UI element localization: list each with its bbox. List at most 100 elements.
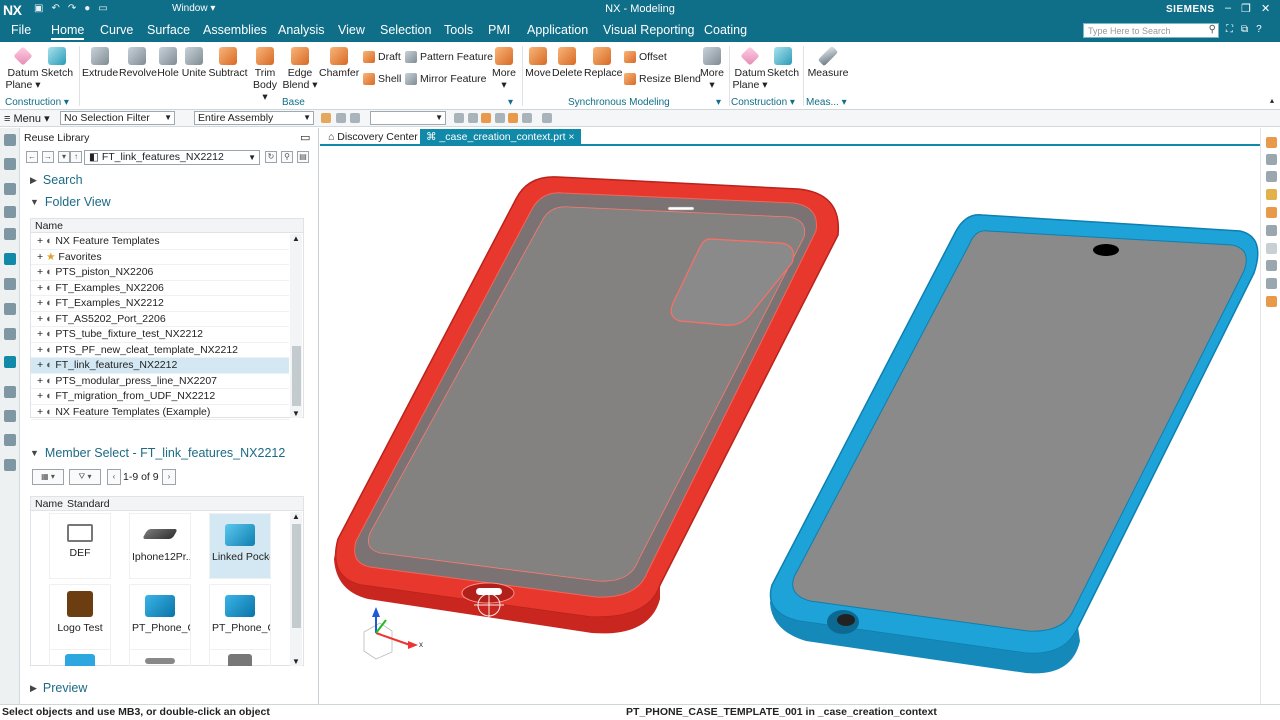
3d-model-view[interactable]: x bbox=[320, 147, 1260, 704]
tab-pmi[interactable]: PMI bbox=[488, 23, 510, 37]
tree-item[interactable]: + ◐ PTS_modular_press_line_NX2207 bbox=[31, 374, 289, 389]
pencil-icon[interactable] bbox=[542, 113, 552, 123]
analysis-icon[interactable] bbox=[4, 434, 16, 446]
popout-icon[interactable]: ⧉ bbox=[1241, 24, 1248, 35]
member-tile[interactable]: PT_Phone_C... bbox=[209, 584, 271, 650]
roles-icon[interactable] bbox=[4, 410, 16, 422]
menu-button[interactable]: ≡ Menu ▾ bbox=[4, 112, 50, 125]
unite-button[interactable]: Unite bbox=[180, 44, 208, 79]
red-phone-case[interactable] bbox=[334, 176, 840, 634]
subtract-button[interactable]: Subtract bbox=[208, 44, 248, 79]
snap-point-select[interactable]: ▼ bbox=[370, 111, 446, 125]
graphics-window[interactable]: x bbox=[320, 147, 1260, 704]
selection-scope-select[interactable]: Entire Assembly ▼ bbox=[194, 111, 314, 125]
replace-face-button[interactable]: Replace bbox=[584, 44, 623, 79]
group-base-dropdown[interactable]: ▾ bbox=[508, 97, 513, 108]
system-materials-icon[interactable] bbox=[4, 356, 16, 368]
edge-blend-button[interactable]: Edge Blend ▾ bbox=[282, 44, 318, 91]
search-library-icon[interactable]: ⚲ bbox=[281, 151, 293, 163]
edge-icon[interactable] bbox=[495, 113, 505, 123]
constraint-navigator-icon[interactable] bbox=[4, 206, 16, 218]
member-scroll-thumb[interactable] bbox=[292, 524, 301, 628]
group-construction[interactable]: Construction ▾ bbox=[5, 97, 69, 108]
shell-button[interactable]: Shell bbox=[363, 73, 401, 85]
library-path-select[interactable]: ◧ FT_link_features_NX2212 ▼ bbox=[84, 150, 260, 165]
shaded-icon[interactable] bbox=[1266, 207, 1277, 218]
expand-icon[interactable]: + bbox=[37, 359, 46, 371]
render-icon[interactable] bbox=[1266, 296, 1277, 307]
group-sync-dropdown[interactable]: ▾ bbox=[716, 97, 721, 108]
tab-home[interactable]: Home bbox=[51, 23, 85, 40]
snap-icon[interactable] bbox=[336, 113, 346, 123]
group-base[interactable]: Base bbox=[282, 97, 305, 108]
pattern-feature-button[interactable]: Pattern Feature bbox=[405, 51, 493, 63]
folder-view-section[interactable]: ▼ Folder View bbox=[30, 195, 111, 209]
close-tab-icon[interactable]: × bbox=[568, 131, 574, 143]
datum-plane-2-button[interactable]: Datum Plane ▾ bbox=[731, 44, 769, 91]
revolve-button[interactable]: Revolve bbox=[119, 44, 157, 79]
chamfer-button[interactable]: Chamfer bbox=[319, 44, 359, 79]
member-tile[interactable] bbox=[129, 649, 191, 666]
tab-curve[interactable]: Curve bbox=[100, 23, 133, 37]
tab-tools[interactable]: Tools bbox=[444, 23, 473, 37]
tree-item[interactable]: + ◐ FT_Examples_NX2206 bbox=[31, 281, 289, 296]
tree-item[interactable]: + ◐ FT_Examples_NX2212 bbox=[31, 296, 289, 312]
member-scrollbar[interactable]: ▲ ▼ bbox=[290, 512, 302, 666]
offset-region-button[interactable]: Offset bbox=[624, 51, 667, 63]
member-select-section[interactable]: ▼ Member Select - FT_link_features_NX2212 bbox=[30, 446, 285, 460]
mirror-feature-button[interactable]: Mirror Feature bbox=[405, 73, 487, 85]
face-point-icon[interactable] bbox=[481, 113, 491, 123]
close-icon[interactable]: ✕ bbox=[1261, 2, 1270, 15]
multi-select-icon[interactable] bbox=[350, 113, 360, 123]
expand-icon[interactable]: + bbox=[37, 235, 46, 247]
draft-button[interactable]: Draft bbox=[363, 51, 401, 63]
member-tile[interactable]: Iphone12Pr... bbox=[129, 513, 191, 579]
select-feature-icon[interactable] bbox=[321, 113, 331, 123]
component-icon[interactable] bbox=[522, 113, 532, 123]
tree-header-name[interactable]: Name bbox=[31, 219, 303, 233]
tab-analysis[interactable]: Analysis bbox=[278, 23, 325, 37]
restore-layout-icon[interactable]: ⛶ bbox=[1226, 24, 1233, 35]
part-navigator-icon[interactable] bbox=[4, 158, 16, 170]
tree-item[interactable]: + ◐ PTS_PF_new_cleat_template_NX2212 bbox=[31, 343, 289, 358]
expand-icon[interactable]: + bbox=[37, 375, 46, 387]
tree-scroll-thumb[interactable] bbox=[292, 346, 301, 406]
process-studio-icon[interactable] bbox=[4, 386, 16, 398]
more-base-button[interactable]: More ▾ bbox=[490, 44, 518, 91]
tab-assemblies[interactable]: Assemblies bbox=[203, 23, 267, 37]
member-tile[interactable] bbox=[209, 649, 271, 666]
restore-icon[interactable]: ❐ bbox=[1241, 2, 1251, 15]
tab-case-creation-context[interactable]: ⌘ _case_creation_context.prt × bbox=[420, 129, 581, 145]
hole-button[interactable]: Hole bbox=[156, 44, 180, 79]
next-page-icon[interactable]: › bbox=[162, 469, 176, 485]
trim-body-button[interactable]: Trim Body ▾ bbox=[249, 44, 281, 103]
tab-visual-reporting[interactable]: Visual Reporting bbox=[603, 23, 695, 37]
scroll-down-icon[interactable]: ▼ bbox=[292, 409, 300, 418]
search-section[interactable]: ▶ Search bbox=[30, 173, 83, 187]
datum-plane-button[interactable]: Datum Plane ▾ bbox=[4, 44, 42, 91]
expand-icon[interactable]: + bbox=[37, 390, 46, 402]
minimize-icon[interactable]: – bbox=[1225, 2, 1231, 15]
history-icon[interactable] bbox=[4, 328, 16, 340]
group-construction-2[interactable]: Construction ▾ bbox=[731, 97, 795, 108]
tree-item[interactable]: + ◐ PTS_tube_fixture_test_NX2212 bbox=[31, 327, 289, 343]
tab-coating[interactable]: Coating bbox=[704, 23, 747, 37]
reuse-library-active-icon[interactable] bbox=[4, 253, 16, 265]
tree-item[interactable]: + ◐ NX Feature Templates (Example) bbox=[31, 405, 289, 420]
point-icon[interactable] bbox=[454, 113, 464, 123]
member-tile-selected[interactable]: Linked Pocket bbox=[209, 513, 271, 579]
expand-icon[interactable]: + bbox=[37, 328, 46, 340]
member-tile[interactable] bbox=[49, 649, 111, 666]
fit-view-icon[interactable] bbox=[1266, 137, 1277, 148]
command-search-input[interactable]: Type Here to Search ⚲ bbox=[1083, 23, 1219, 38]
tab-discovery-center[interactable]: ⌂ Discovery Center bbox=[322, 129, 424, 145]
expand-icon[interactable]: + bbox=[37, 282, 46, 294]
expand-icon[interactable]: + bbox=[37, 251, 46, 263]
selection-filter-select[interactable]: No Selection Filter ▼ bbox=[60, 111, 175, 125]
sketch-button[interactable]: Sketch bbox=[40, 44, 74, 79]
group-measure[interactable]: Meas... ▾ bbox=[806, 97, 847, 108]
move-face-button[interactable]: Move bbox=[523, 44, 553, 79]
preview-section[interactable]: ▶ Preview bbox=[30, 681, 87, 695]
expand-icon[interactable]: + bbox=[37, 344, 46, 356]
forward-icon[interactable]: → bbox=[42, 151, 54, 163]
